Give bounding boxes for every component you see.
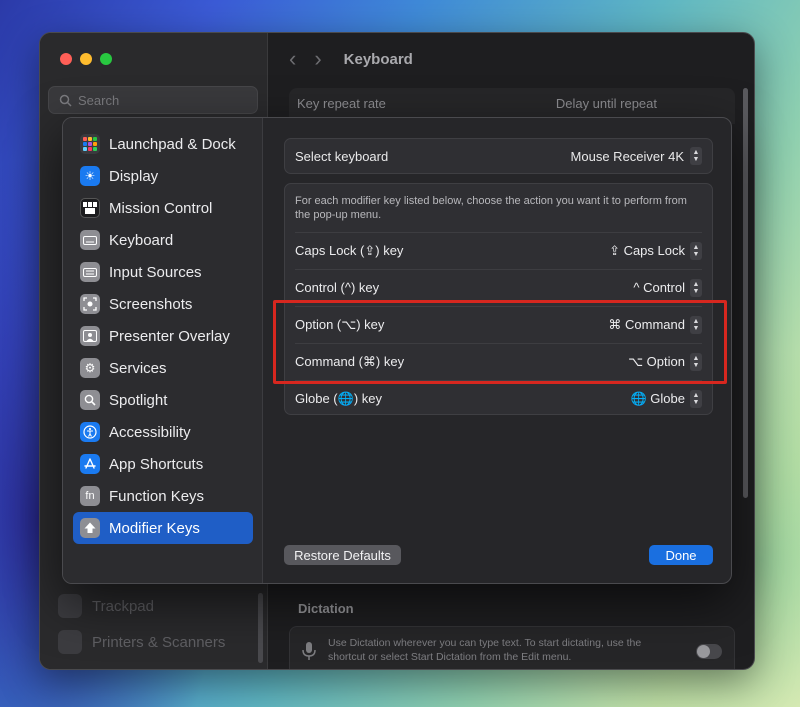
sidebar-item-function-keys[interactable]: fn Function Keys <box>73 480 253 512</box>
display-icon: ☀ <box>80 166 100 186</box>
function-keys-icon: fn <box>80 486 100 506</box>
modifier-key-label: Caps Lock (⇪) key <box>295 242 404 258</box>
app-shortcuts-icon <box>80 454 100 474</box>
sidebar-item-label: Trackpad <box>92 597 154 615</box>
done-button[interactable]: Done <box>649 545 713 565</box>
sidebar-item-label: Services <box>109 359 167 377</box>
launchpad-icon <box>80 134 100 154</box>
modifier-action-value: 🌐 Globe <box>630 390 686 406</box>
content-scrollbar[interactable] <box>743 88 748 498</box>
mission-control-icon <box>80 198 100 218</box>
chevron-updown-icon: ▲ ▼ <box>690 241 702 260</box>
sidebar-item-keyboard[interactable]: Keyboard <box>73 224 253 256</box>
trackpad-icon <box>58 594 82 618</box>
search-input[interactable]: Search <box>48 86 258 114</box>
input-sources-icon <box>80 262 100 282</box>
sidebar-item-presenter-overlay[interactable]: Presenter Overlay <box>73 320 253 352</box>
keyboard-shortcuts-sheet: Launchpad & Dock ☀ Display Mission Contr… <box>62 117 732 584</box>
sidebar-item-label: Presenter Overlay <box>109 327 230 345</box>
zoom-window-button[interactable] <box>100 53 112 65</box>
sidebar-item-launchpad-dock[interactable]: Launchpad & Dock <box>73 128 253 160</box>
sidebar-item-label: Modifier Keys <box>109 519 200 537</box>
sidebar-item-label: Mission Control <box>109 199 213 217</box>
sidebar-item-input-sources[interactable]: Input Sources <box>73 256 253 288</box>
back-icon[interactable]: ‹ <box>289 48 296 70</box>
sidebar-item-spotlight[interactable]: Spotlight <box>73 384 253 416</box>
modifier-action-value: ^ Control <box>633 280 685 295</box>
sidebar-item-services[interactable]: ⚙ Services <box>73 352 253 384</box>
modifier-action-popup[interactable]: ^ Control ▲ ▼ <box>633 278 702 297</box>
accessibility-icon <box>80 422 100 442</box>
modifier-row-caps-lock: Caps Lock (⇪) key ⇪ Caps Lock ▲ ▼ <box>295 232 702 269</box>
modifier-description: For each modifier key listed below, choo… <box>295 195 687 222</box>
sidebar-item-mission-control[interactable]: Mission Control <box>73 192 253 224</box>
modifier-key-label: Control (^) key <box>295 280 380 295</box>
sidebar-item-label: Printers & Scanners <box>92 633 226 651</box>
modifier-row-globe: Globe (🌐) key 🌐 Globe ▲ ▼ <box>295 380 702 417</box>
presenter-overlay-icon <box>80 326 100 346</box>
chevron-updown-icon: ▲ ▼ <box>690 147 702 165</box>
select-keyboard-popup[interactable]: Select keyboard Mouse Receiver 4K ▲ ▼ <box>284 138 713 174</box>
printer-icon <box>58 630 82 654</box>
modifier-action-value: ⇪ Caps Lock <box>609 242 685 258</box>
select-keyboard-label: Select keyboard <box>295 148 389 164</box>
modifier-action-popup[interactable]: 🌐 Globe ▲ ▼ <box>630 389 702 408</box>
chevron-updown-icon: ▲ ▼ <box>690 278 702 297</box>
sidebar-item-label: Function Keys <box>109 487 205 505</box>
sidebar-item-label: Input Sources <box>109 263 202 281</box>
sidebar-item-label: Accessibility <box>109 423 191 441</box>
delay-repeat-label: Delay until repeat <box>555 96 657 111</box>
page-title: Keyboard <box>343 50 413 68</box>
minimize-window-button[interactable] <box>80 53 92 65</box>
sidebar-item-label: Screenshots <box>109 295 193 313</box>
sidebar-item-modifier-keys[interactable]: Modifier Keys <box>73 512 253 544</box>
sidebar-item-label: Spotlight <box>109 391 168 409</box>
dictation-heading: Dictation <box>298 601 354 616</box>
screenshots-icon <box>80 294 100 314</box>
restore-defaults-button[interactable]: Restore Defaults <box>284 545 401 565</box>
dictation-description: Use Dictation wherever you can type text… <box>328 637 642 663</box>
forward-icon[interactable]: › <box>314 48 321 70</box>
sidebar-item-app-shortcuts[interactable]: App Shortcuts <box>73 448 253 480</box>
annotation-highlight-box <box>273 300 727 384</box>
microphone-icon <box>302 642 316 660</box>
sidebar-item-label: Display <box>109 167 159 185</box>
sidebar-item-display[interactable]: ☀ Display <box>73 160 253 192</box>
keyboard-icon <box>80 230 100 250</box>
select-keyboard-value: Mouse Receiver 4K <box>570 148 684 164</box>
services-icon: ⚙ <box>80 358 100 378</box>
search-icon <box>59 94 72 107</box>
spotlight-icon <box>80 390 100 410</box>
sidebar-item-printers[interactable]: Printers & Scanners <box>58 630 225 654</box>
key-repeat-label: Key repeat rate <box>297 96 386 111</box>
sidebar-item-trackpad[interactable]: Trackpad <box>58 594 154 618</box>
dictation-panel: Use Dictation wherever you can type text… <box>289 626 735 669</box>
toolbar: ‹ › Keyboard <box>269 33 754 85</box>
sidebar-item-label: Keyboard <box>109 231 174 249</box>
dictation-toggle[interactable] <box>696 643 722 659</box>
modifier-action-popup[interactable]: ⇪ Caps Lock ▲ ▼ <box>609 241 702 260</box>
search-placeholder: Search <box>78 92 120 108</box>
shortcuts-sidebar: Launchpad & Dock ☀ Display Mission Contr… <box>63 118 263 583</box>
window-controls <box>60 53 112 65</box>
chevron-updown-icon: ▲ ▼ <box>690 389 702 408</box>
sidebar-item-accessibility[interactable]: Accessibility <box>73 416 253 448</box>
sidebar-scrollbar[interactable] <box>258 593 263 663</box>
modifier-keys-icon <box>80 518 100 538</box>
sidebar-item-screenshots[interactable]: Screenshots <box>73 288 253 320</box>
sidebar-item-label: Launchpad & Dock <box>109 135 236 153</box>
modifier-key-label: Globe (🌐) key <box>295 390 382 406</box>
close-window-button[interactable] <box>60 53 72 65</box>
sidebar-item-label: App Shortcuts <box>109 455 204 473</box>
